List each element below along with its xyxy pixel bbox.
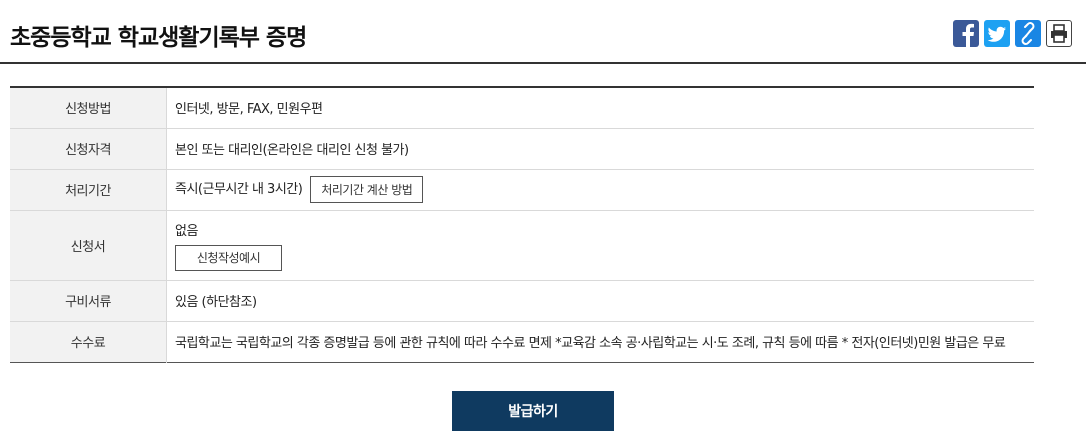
row-value: 없음 신청작성예시 xyxy=(166,209,1034,280)
table-row: 수수료 국립학교는 국립학교의 각종 증명발급 등에 관한 규칙에 따라 수수료… xyxy=(10,320,1034,362)
print-button[interactable] xyxy=(1046,20,1072,47)
table-row: 신청자격 본인 또는 대리인(온라인은 대리인 신청 불가) xyxy=(10,127,1034,169)
row-label: 신청서 xyxy=(10,209,167,280)
facebook-icon xyxy=(962,23,974,47)
processing-time-calc-button[interactable]: 처리기간 계산 방법 xyxy=(310,176,424,203)
row-value: 국립학교는 국립학교의 각종 증명발급 등에 관한 규칙에 따라 수수료 면제 … xyxy=(166,320,1034,362)
table-row: 신청방법 인터넷, 방문, FAX, 민원우편 xyxy=(10,87,1034,128)
row-value: 즉시(근무시간 내 3시간) 처리기간 계산 방법 xyxy=(166,168,1034,210)
table-row: 처리기간 즉시(근무시간 내 3시간) 처리기간 계산 방법 xyxy=(10,168,1034,210)
row-value: 있음 (하단참조) xyxy=(166,279,1034,321)
link-icon xyxy=(1021,22,1035,45)
issue-button[interactable]: 발급하기 xyxy=(452,391,614,431)
facebook-share-button[interactable] xyxy=(953,20,979,47)
print-icon xyxy=(1051,24,1067,43)
share-bar xyxy=(953,20,1072,47)
copy-link-button[interactable] xyxy=(1015,20,1041,47)
row-value: 본인 또는 대리인(온라인은 대리인 신청 불가) xyxy=(166,127,1034,169)
row-label: 수수료 xyxy=(10,320,167,362)
table-row: 신청서 없음 신청작성예시 xyxy=(10,209,1034,280)
row-label: 신청방법 xyxy=(10,87,167,128)
twitter-share-button[interactable] xyxy=(984,20,1010,47)
page-title: 초중등학교 학교생활기록부 증명 xyxy=(10,25,307,51)
row-label: 처리기간 xyxy=(10,168,167,210)
row-label: 구비서류 xyxy=(10,279,167,321)
application-example-button[interactable]: 신청작성예시 xyxy=(175,244,282,271)
processing-time-text: 즉시(근무시간 내 3시간) xyxy=(175,182,303,197)
application-form-text: 없음 xyxy=(175,223,198,239)
row-label: 신청자격 xyxy=(10,127,167,169)
row-value: 인터넷, 방문, FAX, 민원우편 xyxy=(175,102,323,118)
table-row: 구비서류 있음 (하단참조) xyxy=(10,279,1034,321)
service-info-table: 신청방법 인터넷, 방문, FAX, 민원우편 신청자격 본인 또는 대리인(온… xyxy=(10,86,1034,363)
twitter-icon xyxy=(987,26,1006,42)
page-header: 초중등학교 학교생활기록부 증명 xyxy=(0,0,1086,64)
